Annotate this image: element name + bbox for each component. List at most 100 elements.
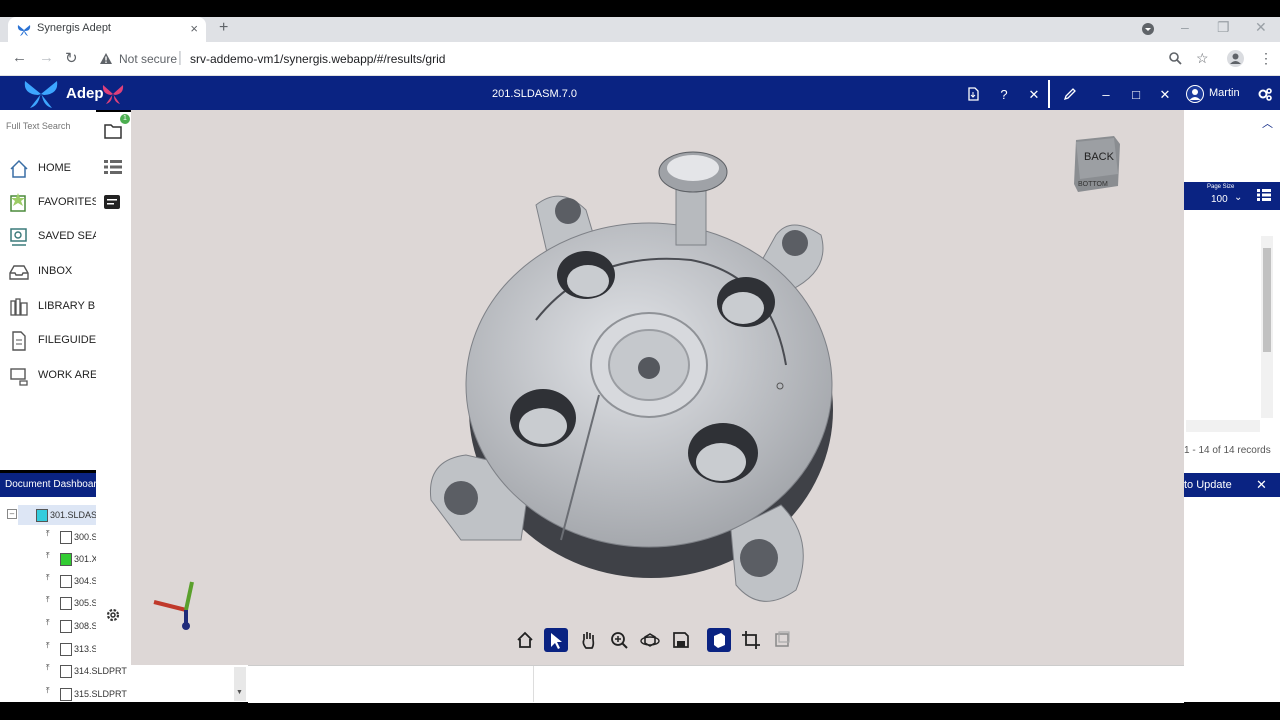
properties-icon[interactable]	[104, 195, 120, 209]
list-view-icon[interactable]	[1257, 189, 1271, 201]
user-avatar-icon[interactable]	[1186, 85, 1204, 103]
page-size-label: Page Size	[1207, 184, 1235, 190]
hand-icon	[582, 632, 595, 649]
forward-icon[interactable]: →	[39, 49, 54, 66]
tree-node-label: 301.SLDAS	[50, 510, 98, 520]
sidebar-item-library[interactable]: LIBRARY BI	[8, 296, 96, 318]
sidebar-item-home[interactable]: HOME	[8, 158, 96, 180]
save-view-button[interactable]	[669, 628, 693, 652]
horizontal-scrollbar[interactable]	[1186, 420, 1260, 432]
tree-row[interactable]: ⤒ 300.S	[44, 527, 98, 547]
explode-button[interactable]	[770, 628, 794, 652]
tree-node-label: 305.S	[74, 598, 98, 608]
bookmark-star-icon[interactable]: ☆	[1196, 50, 1209, 67]
shaded-mode-button[interactable]	[707, 628, 731, 652]
viewer-title: 201.SLDASM.7.0	[492, 88, 577, 100]
url-text[interactable]: srv-addemo-vm1/synergis.webapp/#/results…	[190, 52, 445, 66]
adept-logo-icon	[24, 81, 58, 108]
select-tool-button[interactable]	[544, 628, 568, 652]
cad-model[interactable]	[131, 110, 1184, 665]
maximize-window-icon[interactable]: ❐	[1217, 19, 1230, 36]
tree-list-icon[interactable]	[104, 159, 122, 175]
sidebar-item-fileguide[interactable]: FILEGUIDE	[8, 330, 96, 352]
scrollbar-thumb[interactable]	[1263, 248, 1271, 352]
dropdown-chevron-icon[interactable]: ⌄	[1234, 192, 1242, 203]
crop-icon	[742, 631, 760, 649]
view-cube-back-label[interactable]: BACK	[1084, 151, 1115, 163]
sidebar-item-saved-search[interactable]: SAVED SEAI	[8, 226, 96, 248]
home-view-button[interactable]	[513, 628, 537, 652]
results-scrollbar[interactable]	[1261, 236, 1273, 418]
tree-row[interactable]: ⤒ 305.S	[44, 593, 98, 613]
browser-tab[interactable]: Synergis Adept ×	[8, 17, 206, 42]
library-icon	[10, 298, 28, 316]
user-name[interactable]: Martin	[1209, 87, 1240, 99]
document-dashboard-title: Document Dashboard	[5, 479, 103, 490]
3d-viewer-canvas[interactable]	[131, 110, 1184, 665]
viewer-window-close-icon[interactable]: ✕	[1155, 85, 1175, 105]
fileguide-icon	[12, 331, 26, 351]
viewer-close-icon[interactable]: ✕	[1024, 85, 1044, 105]
page-size-value[interactable]: 100	[1211, 194, 1228, 205]
sidebar-item-inbox[interactable]: INBOX	[8, 261, 96, 283]
tree-collapse-icon[interactable]: –	[7, 509, 17, 519]
part-file-icon	[60, 620, 72, 633]
inbox-icon	[9, 265, 29, 280]
update-label[interactable]: to Update	[1184, 479, 1232, 491]
tab-close-icon[interactable]: ×	[190, 21, 198, 36]
sidebar-item-label: HOME	[38, 162, 71, 174]
reload-icon[interactable]: ↻	[65, 49, 78, 67]
grid-column-divider	[533, 666, 534, 702]
save-icon	[673, 632, 689, 648]
tree-row[interactable]: ⤒ 304.S	[44, 571, 98, 591]
close-update-icon[interactable]: ✕	[1256, 477, 1267, 493]
minimize-window-icon[interactable]: –	[1181, 19, 1189, 35]
tree-row[interactable]: ⤒ 315.SLDPRT	[44, 684, 244, 704]
document-export-icon[interactable]	[966, 87, 980, 101]
collapse-panel-icon[interactable]: ︿	[1262, 115, 1273, 131]
tree-node-label: 300.S	[74, 532, 98, 542]
view-cube[interactable]: BACK BOTTOM	[1072, 134, 1122, 194]
view-cube-bottom-label[interactable]: BOTTOM	[1078, 181, 1108, 188]
viewer-maximize-icon[interactable]: □	[1126, 85, 1146, 105]
viewer-bottom-toolbar	[508, 626, 798, 658]
viewer-minimize-icon[interactable]: –	[1096, 85, 1116, 105]
address-bar[interactable]: Not secure | srv-addemo-vm1/synergis.web…	[96, 47, 1170, 71]
part-file-icon	[60, 597, 72, 610]
viewer-settings-icon[interactable]	[105, 607, 121, 623]
sidebar-item-favorites[interactable]: FAVORITES	[8, 192, 96, 214]
tree-row[interactable]: ⤒ 313.S	[44, 639, 98, 659]
crop-section-button[interactable]	[739, 628, 763, 652]
account-icon[interactable]	[1227, 50, 1244, 67]
close-window-icon[interactable]: ✕	[1255, 19, 1267, 36]
orbit-tool-button[interactable]	[638, 628, 662, 652]
link-icon: ⤒	[46, 529, 50, 538]
tree-node-root[interactable]: 301.SLDAS	[18, 505, 98, 525]
settings-gears-icon[interactable]	[1258, 87, 1272, 101]
orbit-icon	[640, 633, 660, 647]
update-bar: to Update ✕	[1184, 473, 1280, 497]
tree-row[interactable]: ⤒ 308.S	[44, 616, 98, 636]
full-text-search[interactable]	[4, 116, 96, 138]
back-icon[interactable]: ←	[12, 49, 27, 66]
zoom-tool-button[interactable]	[607, 628, 631, 652]
profile-down-icon[interactable]	[1142, 23, 1154, 35]
help-icon[interactable]: ?	[994, 85, 1014, 105]
tree-row[interactable]: ⤒ 301.X	[44, 549, 98, 569]
favorites-icon	[10, 193, 26, 212]
page-size-control[interactable]: Page Size 100 ⌄	[1184, 182, 1280, 210]
address-separator: |	[178, 49, 182, 66]
edit-pencil-icon[interactable]	[1063, 87, 1077, 101]
zoom-icon[interactable]	[1169, 52, 1182, 65]
full-text-search-input[interactable]	[4, 120, 96, 132]
new-tab-button[interactable]: +	[219, 19, 228, 37]
folder-icon[interactable]	[104, 123, 122, 139]
sidebar-item-work-area[interactable]: WORK ARE.	[8, 365, 96, 387]
browser-menu-icon[interactable]: ⋮	[1259, 50, 1273, 67]
pointer-icon	[551, 633, 562, 649]
link-icon: ⤒	[46, 618, 50, 627]
sidebar-item-label: SAVED SEAI	[38, 230, 96, 242]
scroll-down-icon[interactable]: ▼	[236, 689, 243, 696]
pan-tool-button[interactable]	[576, 628, 600, 652]
part-file-icon	[60, 531, 72, 544]
